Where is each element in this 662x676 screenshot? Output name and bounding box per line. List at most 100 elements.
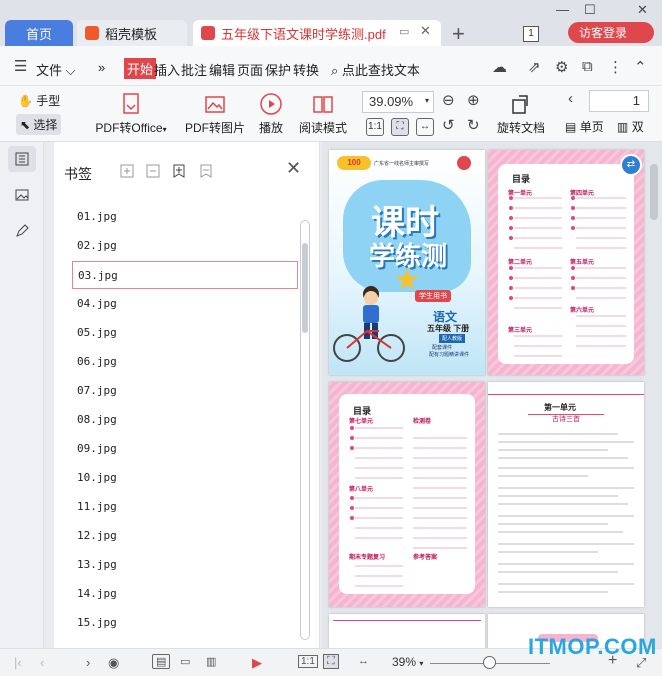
bookmark-item[interactable]: 10.jpg (72, 464, 298, 492)
zoom-slider-knob[interactable] (483, 656, 496, 669)
page-5-partial[interactable] (329, 614, 485, 648)
maximize-icon[interactable]: ☐ (584, 2, 596, 18)
more-options-icon[interactable]: ⋮ (608, 58, 623, 76)
bookmark-item[interactable]: 12.jpg (72, 522, 298, 550)
visitor-login-button[interactable]: 访客登录 (568, 22, 654, 43)
pdf-to-image-button[interactable]: PDF转图片 (184, 92, 246, 136)
window-mode-icon[interactable]: ▭ (399, 25, 409, 38)
menu-page[interactable]: 页面 (237, 60, 263, 79)
delete-bookmark-icon[interactable] (199, 164, 213, 178)
bookmark-item[interactable]: 07.jpg (72, 377, 298, 405)
close-window-icon[interactable]: ✕ (637, 2, 648, 18)
single-page-view-icon[interactable]: ▤ (152, 654, 171, 669)
fit-width-icon[interactable]: ↔ (416, 118, 434, 136)
expand-all-icon[interactable] (120, 164, 134, 178)
panel-scrollbar[interactable] (300, 220, 310, 640)
add-bookmark-icon[interactable] (172, 164, 186, 178)
window-count[interactable]: 1 (523, 26, 539, 42)
bookmark-panel-icon[interactable] (8, 146, 36, 172)
menu-comment[interactable]: 批注 (181, 60, 207, 79)
minimize-icon[interactable]: — (556, 2, 569, 17)
zoom-value: 39.09% (369, 94, 414, 109)
single-page-button[interactable]: ▤ 单页 (565, 118, 604, 135)
zoom-out-icon[interactable]: ⊖ (442, 91, 455, 109)
first-page-icon[interactable]: |‹ (14, 655, 22, 670)
bookmark-item[interactable]: 11.jpg (72, 493, 298, 521)
tab-close-icon[interactable]: ✕ (420, 23, 431, 39)
bookmark-item[interactable]: 08.jpg (72, 406, 298, 434)
zoom-in-icon[interactable]: ⊕ (467, 91, 480, 109)
fit-page-icon[interactable]: ⛶ (391, 118, 409, 136)
rotate-right-icon[interactable]: ↻ (467, 116, 480, 134)
menu-protect[interactable]: 保护 (265, 60, 291, 79)
document-view[interactable]: 100 广东省一线名师主审撰写 课时 学练测 学生用书 语文 五年级 下册 配人… (322, 142, 662, 648)
actual-size-icon[interactable]: 1:1 (366, 118, 384, 136)
floating-convert-icon[interactable]: ⇄ (620, 154, 642, 176)
actual-size-status-icon[interactable]: 1:1 (298, 655, 318, 668)
bookmark-item-selected[interactable]: 03.jpg (72, 261, 298, 289)
tab-pdf-document[interactable]: 五年级下语文课时学练测.pdf ▭ ✕ (193, 20, 441, 46)
select-tool-button[interactable]: ⬉ 选择 (16, 114, 62, 135)
tab-home[interactable]: 首页 (5, 20, 73, 46)
collapse-ribbon-icon[interactable]: ⌃ (634, 58, 647, 76)
page-cover[interactable]: 100 广东省一线名师主审撰写 课时 学练测 学生用书 语文 五年级 下册 配人… (329, 150, 485, 375)
cloud-icon[interactable]: ☁ (492, 58, 507, 76)
new-tab-button[interactable]: + (452, 21, 465, 47)
bookmark-item[interactable]: 06.jpg (72, 348, 298, 376)
pdf-to-office-button[interactable]: PDF转Office▾ (91, 92, 171, 136)
settings-icon[interactable]: ⚙ (555, 58, 568, 76)
fit-page-status-icon[interactable]: ⛶ (323, 654, 339, 669)
panel-scroll-thumb[interactable] (302, 243, 308, 333)
page-number-input[interactable]: 1 (589, 90, 649, 112)
continuous-view-icon[interactable]: ▭ (180, 655, 190, 668)
hand-tool-button[interactable]: ✋ 手型 (18, 92, 60, 109)
bookmark-item[interactable]: 15.jpg (72, 609, 298, 637)
document-scrollbar[interactable] (648, 152, 660, 642)
menu-convert[interactable]: 转换 (293, 60, 319, 79)
list-icon (15, 152, 29, 166)
thumbnail-panel-icon[interactable] (8, 182, 36, 208)
double-page-button[interactable]: ▥ 双 (617, 118, 644, 135)
tab-home-label: 首页 (25, 26, 52, 42)
bookmark-item[interactable]: 14.jpg (72, 580, 298, 608)
annotation-panel-icon[interactable] (8, 218, 36, 244)
fit-width-status-icon[interactable]: ↔ (358, 655, 369, 667)
menu-start[interactable]: 开始 (124, 58, 157, 79)
close-panel-icon[interactable]: ✕ (286, 158, 301, 179)
more-menu-icon[interactable]: » (98, 60, 105, 75)
collapse-all-icon[interactable] (146, 164, 160, 178)
play-button[interactable]: 播放 (256, 92, 286, 136)
page-toc-1[interactable]: 目录 第一单元 第二单元 第三单元 第四单元 第五单元 第六单元 ⇄ (488, 150, 644, 375)
double-page-view-icon[interactable]: ▥ (206, 655, 216, 668)
tab-docer[interactable]: 稻壳模板 (77, 20, 187, 46)
rotate-left-icon[interactable]: ↺ (442, 116, 455, 134)
previous-page-icon[interactable]: ‹ (568, 90, 573, 107)
menu-edit[interactable]: 编辑 (209, 60, 235, 79)
prev-page-icon[interactable]: ‹ (40, 655, 44, 670)
next-page-icon[interactable]: › (86, 655, 90, 670)
page-lesson[interactable]: 第一单元 古诗三首 (488, 382, 644, 607)
share-icon[interactable]: ⇗ (528, 58, 541, 76)
window-icon[interactable]: ⧉ (582, 58, 593, 75)
bookmark-item[interactable]: 01.jpg (72, 203, 298, 231)
zoom-percentage[interactable]: 39% ▾ (392, 655, 423, 669)
bookmark-item[interactable]: 09.jpg (72, 435, 298, 463)
search-icon: ⌕ (331, 63, 339, 78)
zoom-select[interactable]: 39.09% ▾ (362, 91, 434, 113)
bookmark-item[interactable]: 04.jpg (72, 290, 298, 318)
page-toc-2[interactable]: 目录 第七单元 第八单元 期末专题复习 检测卷 参考答案 (329, 382, 485, 607)
menu-file[interactable]: 文件 ⌵ (36, 60, 75, 79)
lesson-title: 古诗三首 (528, 414, 604, 425)
hamburger-icon[interactable]: ☰ (14, 57, 27, 75)
menu-insert[interactable]: 插入 (154, 60, 180, 79)
eye-protection-icon[interactable]: ◉ (108, 655, 119, 671)
search-area[interactable]: ⌕ 点此查找文本 (331, 60, 420, 79)
bookmark-item[interactable]: 02.jpg (72, 232, 298, 260)
rotate-document-button[interactable]: 旋转文档 (496, 92, 546, 136)
cover-grade: 五年级 下册 (427, 324, 470, 333)
document-scroll-thumb[interactable] (650, 164, 658, 220)
read-mode-button[interactable]: 阅读模式 (298, 92, 348, 136)
bookmark-item[interactable]: 13.jpg (72, 551, 298, 579)
bookmark-item[interactable]: 05.jpg (72, 319, 298, 347)
slideshow-icon[interactable]: ▶ (252, 655, 262, 671)
